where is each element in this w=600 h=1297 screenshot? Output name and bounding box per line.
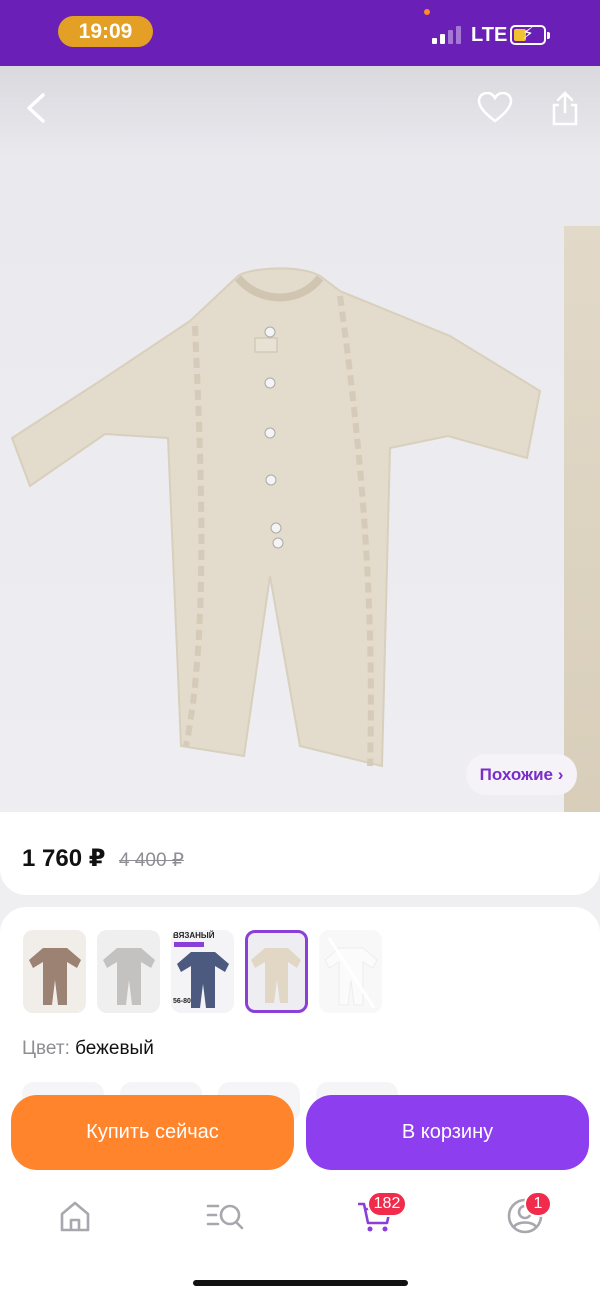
color-label: Цвет: <box>22 1038 70 1059</box>
back-button[interactable] <box>14 86 58 130</box>
price-card: 1 760 ₽ 4 400 ₽ <box>0 812 600 895</box>
jumpsuit-thumb-icon <box>103 948 155 1005</box>
color-value: бежевый <box>75 1038 154 1059</box>
chevron-left-icon <box>27 93 45 123</box>
bottom-navigation: 182 1 <box>0 1182 600 1297</box>
cart-count-badge: 182 <box>367 1191 407 1217</box>
status-time: 19:09 <box>58 16 153 47</box>
variant-thumb-white-unavailable[interactable] <box>319 930 382 1013</box>
catalog-search-icon <box>206 1204 244 1230</box>
jumpsuit-thumb-icon <box>324 937 378 1009</box>
old-price: 4 400 ₽ <box>119 850 184 871</box>
nav-home[interactable] <box>55 1196 95 1236</box>
home-icon <box>60 1201 90 1232</box>
favorite-button[interactable] <box>473 86 517 130</box>
similar-products-button[interactable]: Похожие › <box>466 754 577 795</box>
heart-icon <box>477 92 513 123</box>
share-icon <box>552 91 578 126</box>
current-price: 1 760 ₽ <box>22 845 106 872</box>
home-indicator <box>193 1280 408 1286</box>
jumpsuit-thumb-icon <box>251 948 301 1003</box>
privacy-indicator-dot <box>424 9 430 15</box>
variant-thumb-blue[interactable]: ВЯЗАНЫЙ 56-80 <box>171 930 234 1013</box>
variant-thumb-beige[interactable] <box>245 930 308 1013</box>
product-photo-jumpsuit <box>10 267 542 768</box>
variant-thumb-brown[interactable] <box>23 930 86 1013</box>
variant-thumb-grey[interactable] <box>97 930 160 1013</box>
profile-notification-badge: 1 <box>524 1191 552 1217</box>
nav-catalog-search[interactable] <box>205 1196 245 1236</box>
thumb-caption-top: ВЯЗАНЫЙ <box>173 931 215 940</box>
color-row: Цвет: бежевый <box>22 1038 154 1060</box>
jumpsuit-thumb-icon <box>29 948 81 1005</box>
add-to-cart-button[interactable]: В корзину <box>306 1095 589 1170</box>
product-image-gallery[interactable]: Похожие › <box>0 66 600 817</box>
thumb-caption-size: 56-80 <box>173 998 191 1005</box>
signal-strength-icon <box>432 24 464 44</box>
share-button[interactable] <box>543 86 587 130</box>
network-type: LTE <box>471 24 508 46</box>
battery-icon: ⚡ <box>510 24 550 45</box>
status-bar: 19:09 LTE ⚡ <box>0 0 600 66</box>
buy-now-button[interactable]: Купить сейчас <box>11 1095 294 1170</box>
